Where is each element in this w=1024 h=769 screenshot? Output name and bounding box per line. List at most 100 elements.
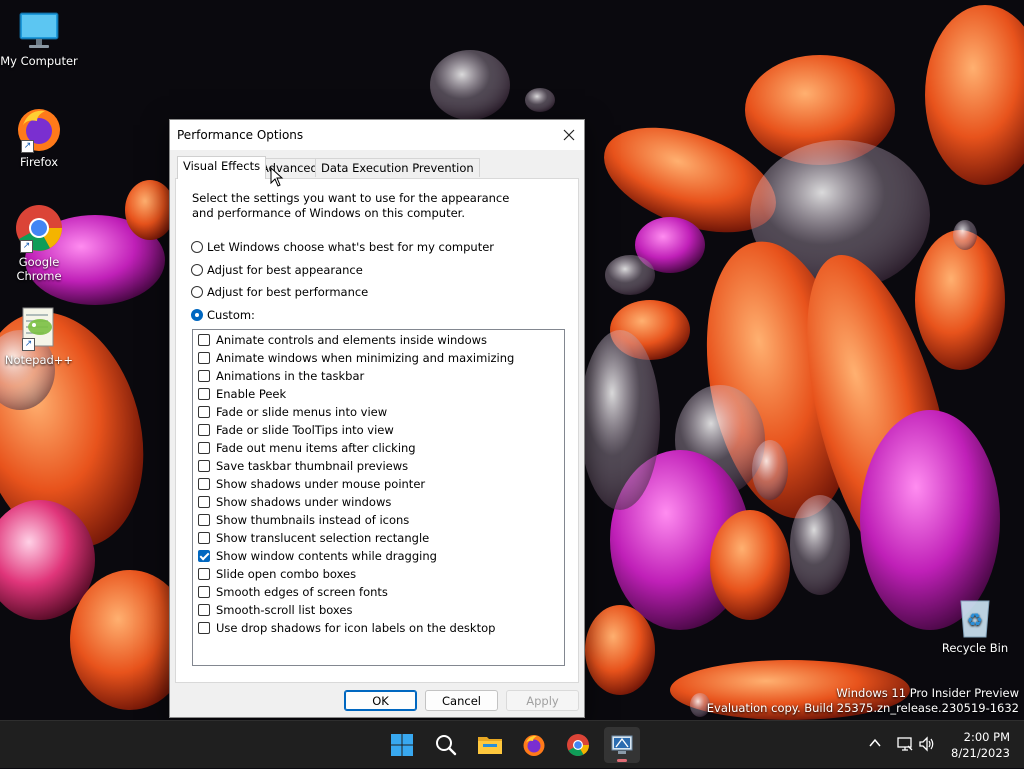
checkbox[interactable] [198, 586, 210, 598]
tab-visual-effects[interactable]: Visual Effects [177, 156, 267, 179]
chrome-icon: ↗ [14, 203, 64, 253]
dialog-title: Performance Options [177, 128, 304, 142]
option-label: Fade or slide menus into view [216, 405, 388, 419]
list-item[interactable]: Smooth edges of screen fonts [198, 583, 388, 601]
list-item[interactable]: Show shadows under mouse pointer [198, 475, 425, 493]
checkbox[interactable] [198, 460, 210, 472]
tab-label: Visual Effects [183, 159, 261, 173]
desktop-icon-label: Notepad++ [4, 353, 74, 367]
option-label: Animate controls and elements inside win… [216, 333, 488, 347]
checkbox[interactable] [198, 550, 210, 562]
option-label: Animate windows when minimizing and maxi… [216, 351, 515, 365]
option-label: Fade or slide ToolTips into view [216, 423, 394, 437]
close-icon [563, 129, 575, 141]
list-item[interactable]: Show translucent selection rectangle [198, 529, 429, 547]
checkbox[interactable] [198, 352, 210, 364]
option-label: Show shadows under mouse pointer [216, 477, 426, 491]
list-item[interactable]: Save taskbar thumbnail previews [198, 457, 408, 475]
option-label: Animations in the taskbar [216, 369, 365, 383]
network-button[interactable] [896, 735, 914, 756]
list-item[interactable]: Show shadows under windows [198, 493, 391, 511]
desktop-icon-notepadpp[interactable]: ↗ Notepad++ [0, 305, 78, 367]
apply-button[interactable]: Apply [506, 690, 579, 711]
list-item[interactable]: Show thumbnails instead of icons [198, 511, 409, 529]
start-button[interactable] [384, 727, 420, 763]
panel-description: Select the settings you want to use for … [192, 191, 510, 220]
desktop-icon-google-chrome[interactable]: ↗ Google Chrome [0, 203, 78, 283]
radio-label: Custom: [207, 308, 255, 322]
desktop-icon-recycle-bin[interactable]: ♻ Recycle Bin [936, 597, 1014, 655]
desktop-icon-label: Firefox [19, 155, 59, 169]
list-item[interactable]: Fade or slide menus into view [198, 403, 387, 421]
checkbox[interactable] [198, 334, 210, 346]
clock[interactable]: 2:00 PM 8/21/2023 [930, 729, 1010, 761]
show-hidden-icons-button[interactable] [868, 736, 882, 753]
list-item[interactable]: Smooth-scroll list boxes [198, 601, 352, 619]
checkbox[interactable] [198, 388, 210, 400]
checkbox[interactable] [198, 514, 210, 526]
checkbox[interactable] [198, 496, 210, 508]
dialog-titlebar[interactable]: Performance Options [170, 120, 584, 150]
windows-start-icon [391, 734, 413, 756]
radio-label: Adjust for best performance [207, 285, 369, 299]
radio-button[interactable] [191, 241, 203, 253]
desktop-icon-my-computer[interactable]: My Computer [0, 8, 78, 68]
os-watermark-line2: Evaluation copy. Build 25375.zn_release.… [706, 701, 1019, 715]
checkbox[interactable] [198, 532, 210, 544]
list-item[interactable]: Fade or slide ToolTips into view [198, 421, 394, 439]
cancel-button[interactable]: Cancel [425, 690, 498, 711]
recycle-bin-icon: ♻ [955, 597, 995, 639]
radio-let-windows-choose[interactable]: Let Windows choose what's best for my co… [191, 239, 494, 255]
radio-label: Let Windows choose what's best for my co… [207, 240, 495, 254]
option-label: Enable Peek [216, 387, 287, 401]
radio-custom[interactable]: Custom: [191, 307, 255, 323]
search-button[interactable] [428, 727, 464, 763]
chrome-taskbar-button[interactable] [560, 727, 596, 763]
checkbox[interactable] [198, 478, 210, 490]
option-label: Show thumbnails instead of icons [216, 513, 410, 527]
list-item[interactable]: Fade out menu items after clicking [198, 439, 416, 457]
firefox-taskbar-button[interactable] [516, 727, 552, 763]
list-item[interactable]: Animations in the taskbar [198, 367, 364, 385]
list-item[interactable]: Animate windows when minimizing and maxi… [198, 349, 514, 367]
clock-time: 2:00 PM [963, 730, 1010, 744]
list-item[interactable]: Show window contents while dragging [198, 547, 437, 565]
checkbox[interactable] [198, 604, 210, 616]
firefox-icon [523, 735, 545, 756]
visual-effects-checklist[interactable]: Animate controls and elements inside win… [192, 329, 565, 666]
clock-date: 8/21/2023 [951, 746, 1010, 760]
radio-button[interactable] [191, 286, 203, 298]
shortcut-arrow-icon: ↗ [21, 140, 34, 153]
file-explorer-button[interactable] [472, 727, 508, 763]
option-label: Show window contents while dragging [216, 549, 437, 563]
option-label: Save taskbar thumbnail previews [216, 459, 409, 473]
option-label: Smooth-scroll list boxes [216, 603, 353, 617]
list-item[interactable]: Use drop shadows for icon labels on the … [198, 619, 495, 637]
option-label: Show shadows under windows [216, 495, 392, 509]
ok-button[interactable]: OK [344, 690, 417, 711]
checkbox[interactable] [198, 568, 210, 580]
checkbox[interactable] [198, 442, 210, 454]
radio-button[interactable] [191, 309, 203, 321]
list-item[interactable]: Slide open combo boxes [198, 565, 356, 583]
list-item[interactable]: Animate controls and elements inside win… [198, 331, 487, 349]
radio-best-performance[interactable]: Adjust for best performance [191, 284, 368, 300]
checkbox[interactable] [198, 370, 210, 382]
system-properties-taskbar-button[interactable] [604, 727, 640, 763]
svg-text:♻: ♻ [967, 610, 983, 631]
desktop-icon-firefox[interactable]: ↗ Firefox [0, 105, 78, 169]
list-item[interactable]: Enable Peek [198, 385, 286, 403]
monitor-icon [17, 8, 61, 52]
checkbox[interactable] [198, 622, 210, 634]
tab-data-execution-prevention[interactable]: Data Execution Prevention [315, 158, 480, 177]
checkbox[interactable] [198, 406, 210, 418]
option-label: Show translucent selection rectangle [216, 531, 430, 545]
radio-button[interactable] [191, 264, 203, 276]
tab-label: Data Execution Prevention [321, 161, 474, 175]
radio-best-appearance[interactable]: Adjust for best appearance [191, 262, 363, 278]
desktop-icon-label: Recycle Bin [941, 641, 1009, 655]
close-button[interactable] [554, 120, 584, 150]
checkbox[interactable] [198, 424, 210, 436]
option-label: Smooth edges of screen fonts [216, 585, 388, 599]
mouse-pointer-icon [270, 167, 284, 187]
